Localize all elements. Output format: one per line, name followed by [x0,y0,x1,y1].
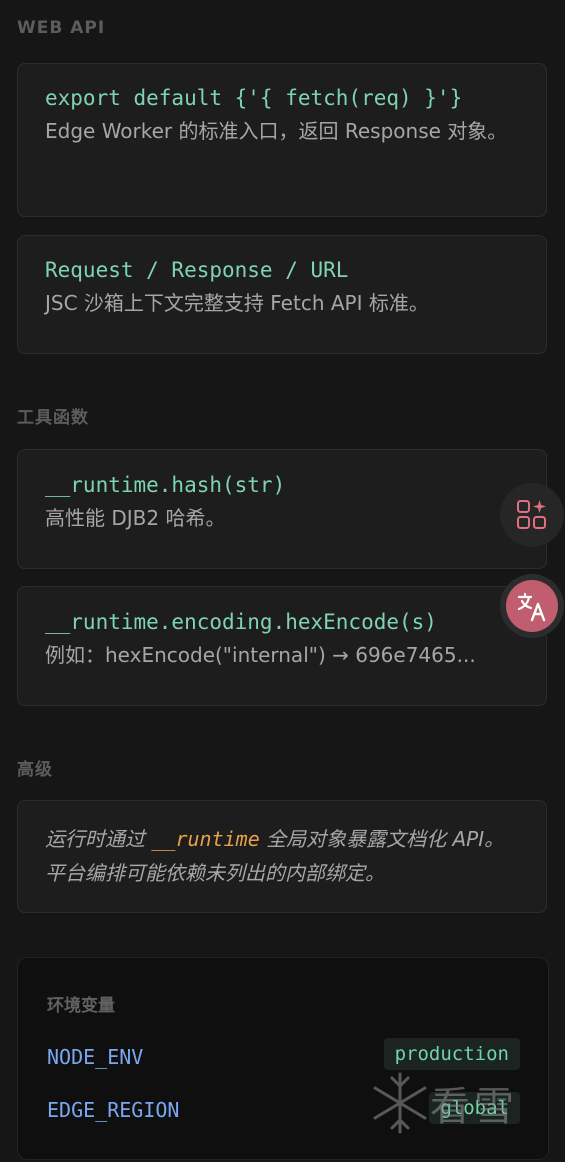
env-vars-card: 环境变量 NODE_ENV production EDGE_REGION glo… [17,957,549,1160]
advanced-note-pre: 运行时通过 [45,827,152,851]
apps-sparkle-button[interactable] [500,483,564,547]
translate-button-inner [506,580,558,632]
api-description: 高性能 DJB2 哈希。 [45,506,226,530]
api-card-request: Request / Response / URL JSC 沙箱上下文完整支持 F… [17,235,547,354]
api-description: Edge Worker 的标准入口，返回 Response 对象。 [45,119,508,143]
advanced-note-card: 运行时通过 __runtime 全局对象暴露文档化 API。平台编排可能依赖未列… [17,800,547,913]
env-key-edge-region: EDGE_REGION [47,1098,180,1122]
section-title-tools: 工具函数 [17,408,89,428]
section-title-advanced: 高级 [17,760,53,780]
translate-button[interactable] [500,574,564,638]
api-card-hash: __runtime.hash(str) 高性能 DJB2 哈希。 [17,449,547,569]
apps-sparkle-icon [517,500,546,529]
translate-icon [517,592,546,622]
runtime-highlight: __runtime [151,827,260,851]
advanced-note: 运行时通过 __runtime 全局对象暴露文档化 API。平台编排可能依赖未列… [45,822,519,890]
api-code: __runtime.hash(str) [45,473,286,497]
env-value-edge-region: global [429,1092,520,1124]
env-value-node-env: production [383,1038,520,1070]
api-code: __runtime.encoding.hexEncode(s) [45,610,437,634]
section-title-web-api: WEB API [17,18,106,38]
env-vars-title: 环境变量 [47,996,115,1016]
api-card-fetch: export default {'{ fetch(req) }'} Edge W… [17,63,547,217]
api-card-hex: __runtime.encoding.hexEncode(s) 例如：hexEn… [17,586,547,706]
api-code: Request / Response / URL [45,258,349,282]
api-code: export default {'{ fetch(req) }'} [45,86,463,110]
api-description: JSC 沙箱上下文完整支持 Fetch API 标准。 [45,291,429,315]
api-description: 例如：hexEncode("internal") → 696e7465... [45,643,476,667]
env-key-node-env: NODE_ENV [47,1045,144,1069]
